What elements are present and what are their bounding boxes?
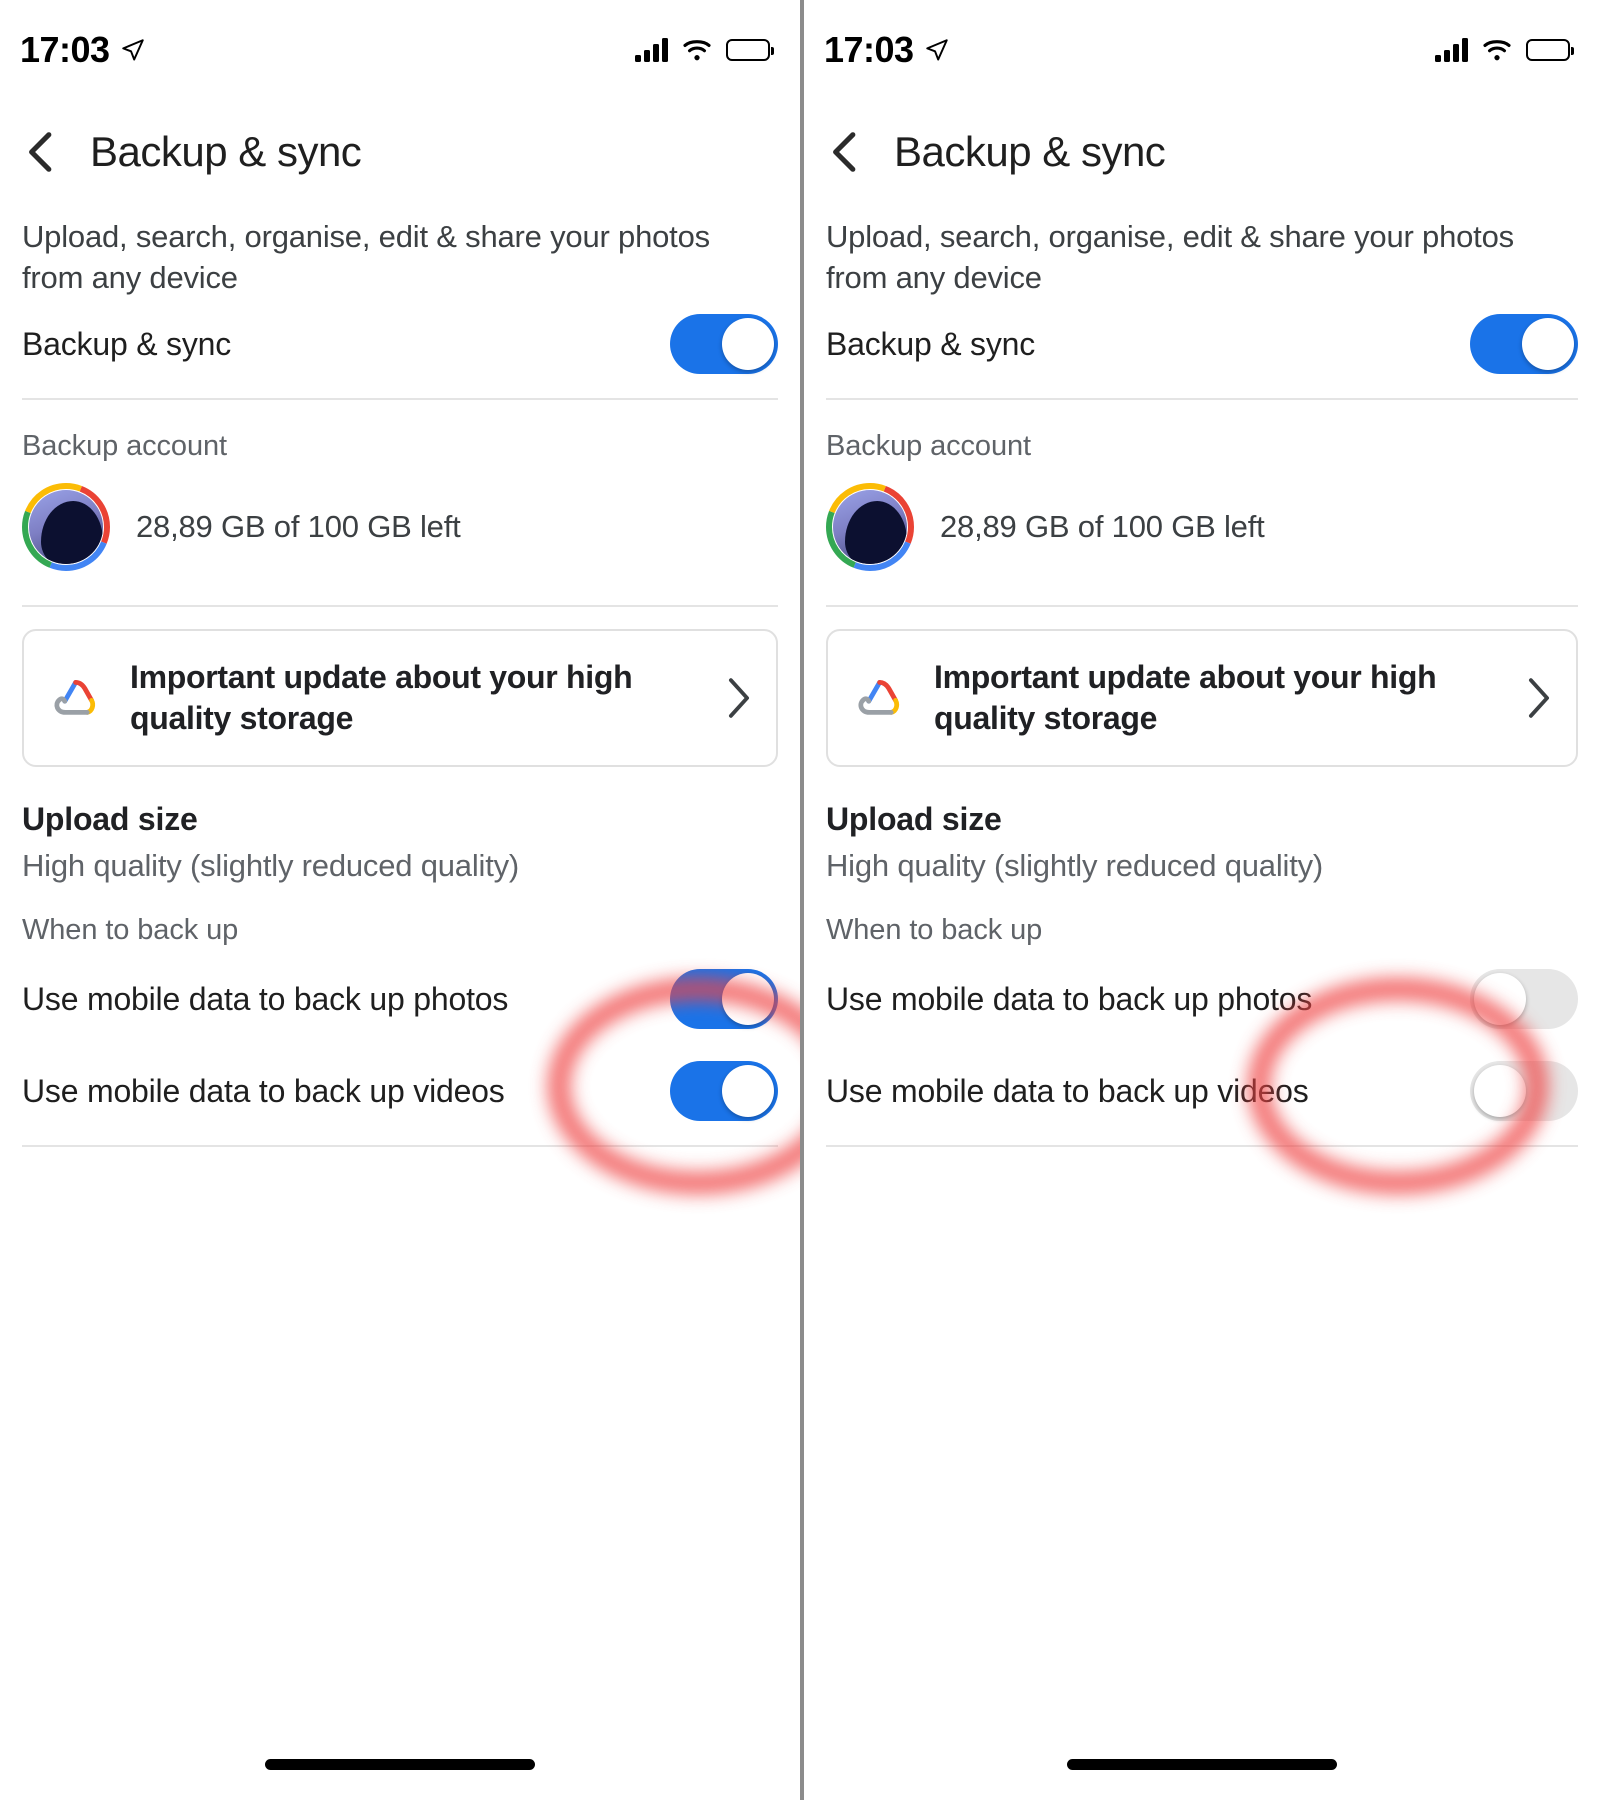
backup-sync-toggle[interactable] bbox=[1470, 314, 1578, 375]
status-bar-left: 17:03 bbox=[20, 29, 146, 71]
chevron-left-icon[interactable] bbox=[22, 130, 60, 174]
backup-account-row[interactable]: 28,89 GB of 100 GB left bbox=[826, 469, 1578, 597]
battery-icon bbox=[1526, 39, 1574, 61]
mobile-data-photos-toggle[interactable] bbox=[670, 969, 778, 1030]
mobile-data-videos-toggle[interactable] bbox=[670, 1061, 778, 1122]
mobile-data-videos-label: Use mobile data to back up videos bbox=[22, 1072, 505, 1109]
settings-content: Upload, search, organise, edit & share y… bbox=[0, 216, 800, 1148]
battery-icon bbox=[726, 39, 774, 61]
cellular-signal-icon bbox=[635, 38, 668, 62]
wifi-icon bbox=[1483, 40, 1511, 61]
backup-account-caption: Backup account bbox=[826, 430, 1031, 463]
intro-description: Upload, search, organise, edit & share y… bbox=[22, 219, 710, 296]
intro-description: Upload, search, organise, edit & share y… bbox=[826, 219, 1514, 296]
status-time: 17:03 bbox=[824, 29, 914, 70]
avatar-photo bbox=[29, 490, 103, 565]
backup-sync-row[interactable]: Backup & sync bbox=[22, 298, 778, 390]
backup-account-caption: Backup account bbox=[22, 430, 227, 463]
home-indicator bbox=[1067, 1759, 1337, 1770]
home-indicator bbox=[265, 1759, 535, 1770]
when-to-backup-caption: When to back up bbox=[826, 914, 1043, 947]
storage-update-card[interactable]: Important update about your high quality… bbox=[826, 629, 1578, 768]
dual-screenshot-comparison: 17:03 Backup & sync Upload, search, orga… bbox=[0, 0, 1600, 1800]
backup-account-row[interactable]: 28,89 GB of 100 GB left bbox=[22, 469, 778, 597]
mobile-data-videos-toggle[interactable] bbox=[1470, 1061, 1578, 1122]
backup-sync-label: Backup & sync bbox=[826, 325, 1036, 362]
status-bar-right bbox=[1435, 38, 1574, 62]
backup-sync-toggle[interactable] bbox=[670, 314, 778, 375]
storage-update-card[interactable]: Important update about your high quality… bbox=[22, 629, 778, 768]
mobile-data-videos-label: Use mobile data to back up videos bbox=[826, 1072, 1309, 1109]
mobile-data-photos-row[interactable]: Use mobile data to back up photos bbox=[826, 953, 1578, 1045]
mobile-data-photos-row[interactable]: Use mobile data to back up photos bbox=[22, 953, 778, 1045]
upload-size-value: High quality (slightly reduced quality) bbox=[22, 848, 520, 884]
divider bbox=[22, 1145, 778, 1148]
nav-bar: Backup & sync bbox=[0, 100, 800, 204]
nav-bar: Backup & sync bbox=[804, 100, 1600, 204]
account-text: 28,89 GB of 100 GB left bbox=[940, 509, 1578, 545]
divider bbox=[22, 605, 778, 608]
location-arrow-icon bbox=[925, 39, 948, 61]
google-cloud-icon bbox=[54, 680, 96, 716]
storage-update-text: Important update about your high quality… bbox=[934, 659, 1437, 737]
status-bar: 17:03 bbox=[804, 0, 1600, 100]
storage-update-text: Important update about your high quality… bbox=[130, 659, 633, 737]
status-bar: 17:03 bbox=[0, 0, 800, 100]
mobile-data-photos-label: Use mobile data to back up photos bbox=[22, 980, 509, 1017]
account-text: 28,89 GB of 100 GB left bbox=[136, 509, 778, 545]
phone-screen-after: 17:03 Backup & sync Upload, search, orga… bbox=[800, 0, 1600, 1800]
chevron-right-icon[interactable] bbox=[726, 677, 752, 719]
chevron-right-icon[interactable] bbox=[1526, 677, 1552, 719]
upload-size-title: Upload size bbox=[22, 801, 198, 838]
wifi-icon bbox=[683, 40, 711, 61]
avatar-photo bbox=[833, 490, 907, 565]
storage-status: 28,89 GB of 100 GB left bbox=[136, 509, 461, 545]
mobile-data-videos-row[interactable]: Use mobile data to back up videos bbox=[22, 1045, 778, 1137]
mobile-data-videos-row[interactable]: Use mobile data to back up videos bbox=[826, 1045, 1578, 1137]
upload-size-block[interactable]: Upload size High quality (slightly reduc… bbox=[826, 767, 1578, 884]
divider bbox=[826, 605, 1578, 608]
storage-status: 28,89 GB of 100 GB left bbox=[940, 509, 1265, 545]
mobile-data-photos-toggle[interactable] bbox=[1470, 969, 1578, 1030]
avatar[interactable] bbox=[22, 483, 110, 572]
status-bar-left: 17:03 bbox=[824, 29, 950, 71]
google-cloud-icon bbox=[858, 680, 900, 716]
upload-size-value: High quality (slightly reduced quality) bbox=[826, 848, 1324, 884]
divider bbox=[826, 1145, 1578, 1148]
status-time: 17:03 bbox=[20, 29, 110, 70]
mobile-data-photos-label: Use mobile data to back up photos bbox=[826, 980, 1313, 1017]
when-to-backup-caption: When to back up bbox=[22, 914, 239, 947]
status-bar-right bbox=[635, 38, 774, 62]
chevron-left-icon[interactable] bbox=[826, 130, 864, 174]
upload-size-block[interactable]: Upload size High quality (slightly reduc… bbox=[22, 767, 778, 884]
backup-sync-label: Backup & sync bbox=[22, 325, 232, 362]
settings-content: Upload, search, organise, edit & share y… bbox=[804, 216, 1600, 1148]
upload-size-title: Upload size bbox=[826, 801, 1002, 838]
location-arrow-icon bbox=[121, 39, 144, 61]
avatar[interactable] bbox=[826, 483, 914, 572]
cellular-signal-icon bbox=[1435, 38, 1468, 62]
page-title: Backup & sync bbox=[894, 128, 1166, 175]
phone-screen-before: 17:03 Backup & sync Upload, search, orga… bbox=[0, 0, 800, 1800]
page-title: Backup & sync bbox=[90, 128, 362, 175]
backup-sync-row[interactable]: Backup & sync bbox=[826, 298, 1578, 390]
